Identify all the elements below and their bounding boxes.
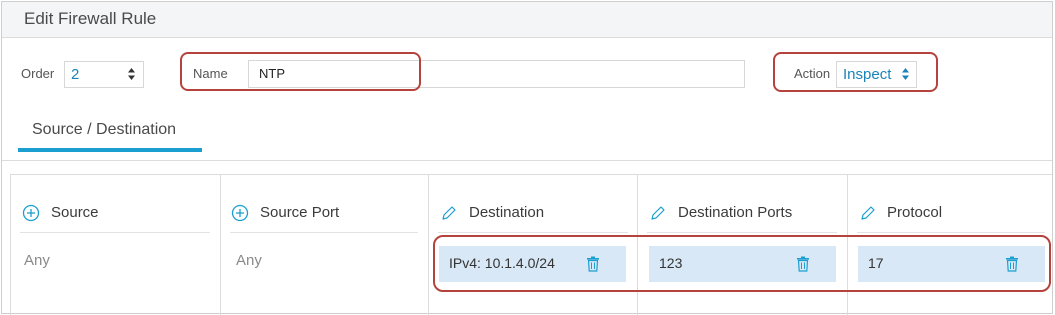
- active-tab-indicator: [18, 148, 202, 152]
- edit-firewall-rule-dialog: Edit Firewall Rule Order 2 Name NTP Acti…: [1, 1, 1053, 315]
- pencil-icon[interactable]: [440, 204, 458, 222]
- header-separator: [20, 232, 210, 233]
- source-value: Any: [24, 252, 50, 269]
- pencil-icon[interactable]: [649, 204, 667, 222]
- column-divider: [220, 175, 221, 315]
- header-separator: [230, 232, 418, 233]
- action-highlight: [773, 52, 938, 92]
- header-separator: [647, 232, 837, 233]
- column-header-destination-ports: Destination Ports: [678, 204, 793, 221]
- tab-source-destination[interactable]: Source / Destination: [32, 121, 176, 139]
- pencil-icon[interactable]: [859, 204, 877, 222]
- order-select[interactable]: 2: [64, 61, 144, 88]
- plus-circle-icon[interactable]: [22, 204, 40, 222]
- dialog-header: Edit Firewall Rule: [2, 2, 1052, 38]
- column-header-source-port: Source Port: [260, 204, 340, 221]
- column-header-source: Source: [51, 204, 99, 221]
- grid-left-border: [10, 175, 11, 315]
- source-port-value: Any: [236, 252, 262, 269]
- updown-arrow-icon: [127, 67, 136, 84]
- destination-fields-highlight: [433, 235, 1051, 292]
- column-header-destination: Destination: [469, 204, 545, 221]
- plus-circle-icon[interactable]: [231, 204, 249, 222]
- header-separator: [857, 232, 1045, 233]
- header-separator: [438, 232, 628, 233]
- column-header-protocol: Protocol: [887, 204, 943, 221]
- order-label: Order: [21, 66, 55, 81]
- dialog-title: Edit Firewall Rule: [24, 9, 157, 28]
- name-highlight: [180, 52, 421, 91]
- order-value: 2: [71, 66, 80, 83]
- tab-divider: [2, 160, 1052, 161]
- column-divider: [428, 175, 429, 315]
- grid-top-border: [10, 174, 1052, 175]
